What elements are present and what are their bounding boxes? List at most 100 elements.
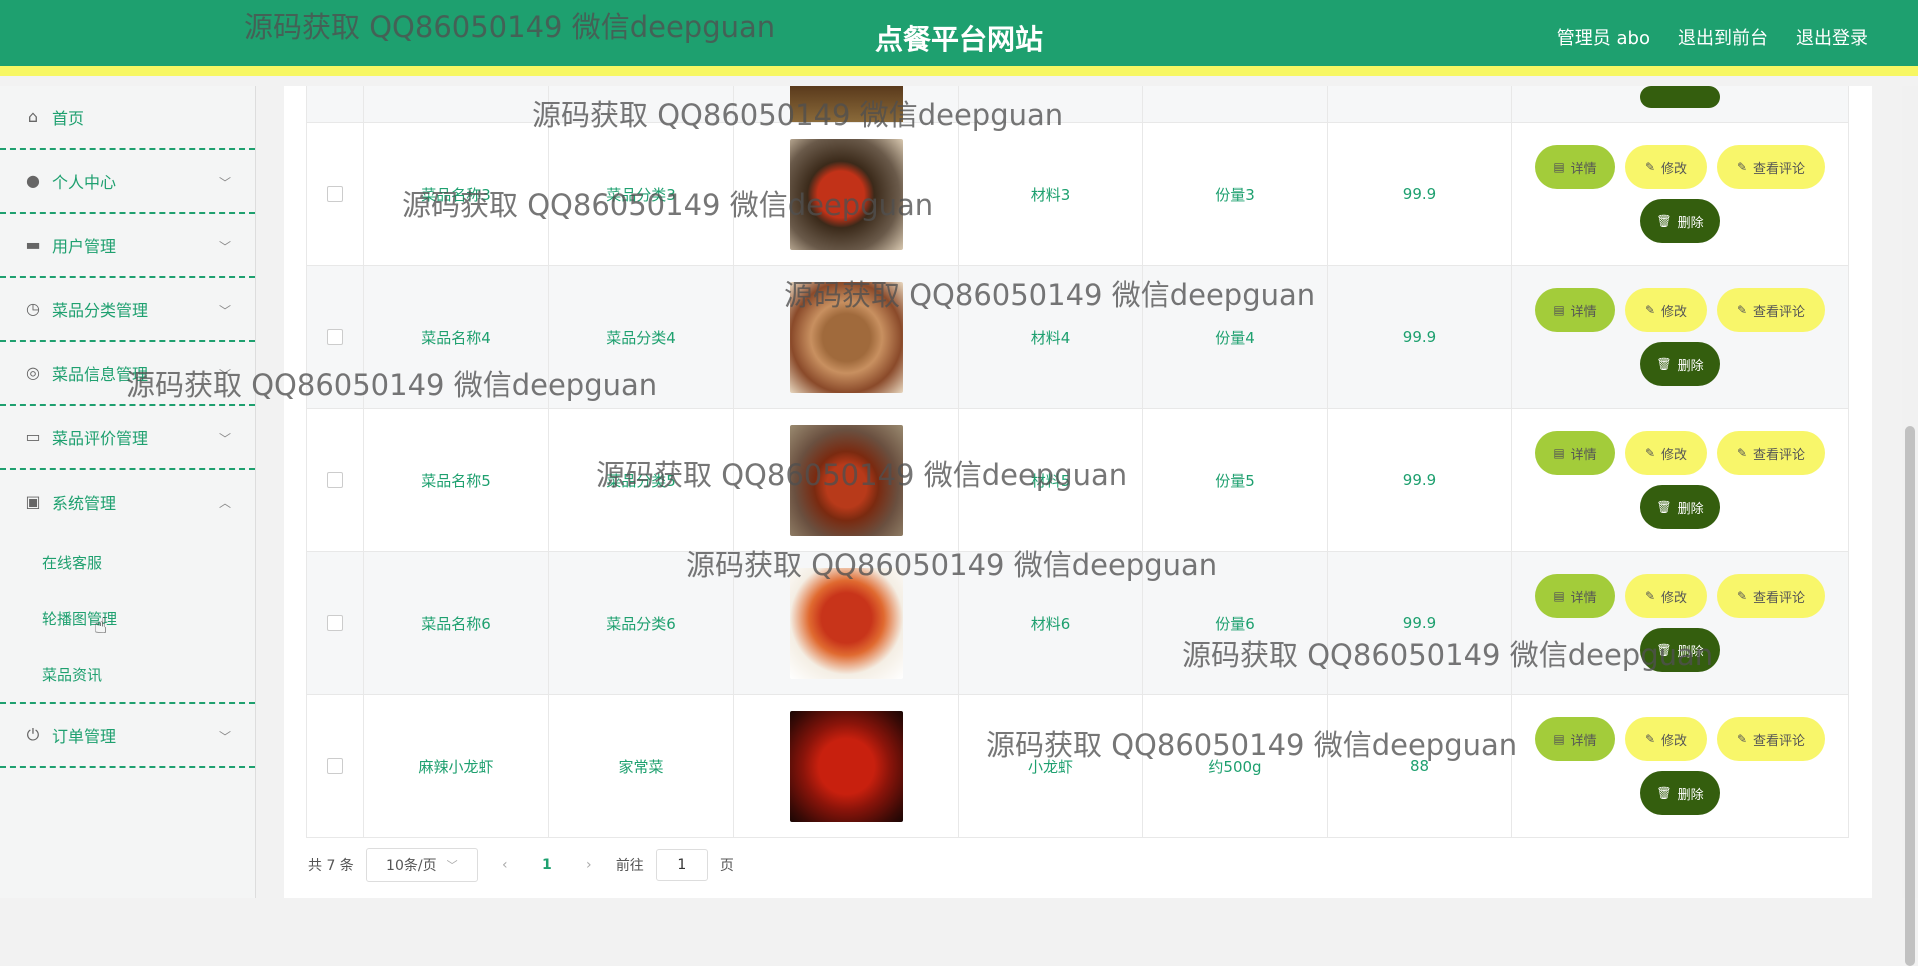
dish-portion: 份量3 <box>1143 123 1328 265</box>
sidebar-item-dish-review[interactable]: ▭ 菜品评价管理 ﹀ <box>0 406 255 470</box>
delete-button[interactable]: 🗑 删除 <box>1640 342 1720 386</box>
scrollbar-thumb[interactable] <box>1905 426 1915 966</box>
sidebar-item-home[interactable]: ⌂ 首页 <box>0 86 255 150</box>
dish-image <box>789 138 903 250</box>
chevron-down-icon: ﹀ <box>218 432 231 446</box>
row-checkbox[interactable] <box>327 186 343 202</box>
table-row: 菜品名称5 菜品分类5 材料5 份量5 99.9 ▤ 详情 ✎ 修改 ✎ 查看评论 🗑… <box>307 409 1848 552</box>
pencil-icon: ✎ <box>1736 303 1748 317</box>
sidebar-item-system[interactable]: ▣ 系统管理 ︿ <box>0 470 255 534</box>
detail-button[interactable]: ▤ 详情 <box>1535 574 1615 618</box>
sidebar-subitem-dish-news[interactable]: 菜品资讯 <box>0 646 255 702</box>
page-size-select[interactable]: 10条/页 ﹀ <box>365 848 478 882</box>
detail-button[interactable]: ▤ 详情 <box>1535 288 1615 332</box>
sidebar-item-label: 菜品评价管理 <box>52 429 149 448</box>
edit-button[interactable]: ✎ 修改 <box>1625 145 1707 189</box>
dish-category: 菜品分类6 <box>549 552 734 694</box>
dish-portion: 份量4 <box>1143 266 1328 408</box>
chevron-down-icon: ﹀ <box>218 240 231 254</box>
goto-page-input[interactable]: 1 <box>655 849 708 881</box>
document-icon: ▤ <box>1553 160 1565 174</box>
view-reviews-button[interactable]: ✎ 查看评论 <box>1717 431 1825 475</box>
view-reviews-button[interactable]: ✎ 查看评论 <box>1717 574 1825 618</box>
view-reviews-button[interactable]: ✎ 查看评论 <box>1717 717 1825 761</box>
scrollbar[interactable] <box>1902 86 1918 966</box>
sidebar-item-label: 订单管理 <box>52 727 117 746</box>
trash-icon: 🗑 <box>1656 214 1672 228</box>
logout-link[interactable]: 退出登录 <box>1796 24 1868 50</box>
table-row <box>307 86 1848 123</box>
dish-category: 菜品分类4 <box>549 266 734 408</box>
dish-name: 麻辣小龙虾 <box>364 695 549 837</box>
current-page[interactable]: 1 <box>532 857 562 873</box>
delete-button[interactable] <box>1640 86 1720 108</box>
prev-page-button[interactable]: ‹ <box>490 857 520 873</box>
pencil-icon: ✎ <box>1736 589 1748 603</box>
mouse-cursor-icon: ☝ <box>94 614 108 639</box>
dish-price: 88 <box>1328 695 1512 837</box>
sidebar: ⌂ 首页 ● 个人中心 ﹀ ▬ 用户管理 ﹀ ◷ 菜品分类管理 ﹀ ◎ 菜品信息… <box>0 86 256 898</box>
table-row: 菜品名称3 菜品分类3 材料3 份量3 99.9 ▤ 详情 ✎ 修改 ✎ 查看评论 🗑… <box>307 123 1848 266</box>
row-checkbox[interactable] <box>327 472 343 488</box>
pencil-icon: ✎ <box>1644 446 1656 460</box>
goto-suffix: 页 <box>719 858 734 874</box>
delete-button[interactable]: 🗑 删除 <box>1640 628 1720 672</box>
clock-icon: ◷ <box>26 299 40 318</box>
detail-button[interactable]: ▤ 详情 <box>1535 145 1615 189</box>
admin-label[interactable]: 管理员 abo <box>1557 24 1650 50</box>
chevron-down-icon: ﹀ <box>446 859 458 872</box>
main-content: 菜品名称3 菜品分类3 材料3 份量3 99.9 ▤ 详情 ✎ 修改 ✎ 查看评论 🗑… <box>284 86 1872 898</box>
table-row: 菜品名称4 菜品分类4 材料4 份量4 99.9 ▤ 详情 ✎ 修改 ✎ 查看评论 🗑… <box>307 266 1848 409</box>
pencil-icon: ✎ <box>1736 446 1748 460</box>
detail-button[interactable]: ▤ 详情 <box>1535 717 1615 761</box>
dish-table: 菜品名称3 菜品分类3 材料3 份量3 99.9 ▤ 详情 ✎ 修改 ✎ 查看评论 🗑… <box>306 86 1849 838</box>
sidebar-item-label: 用户管理 <box>52 237 117 256</box>
view-reviews-button[interactable]: ✎ 查看评论 <box>1717 145 1825 189</box>
power-icon: ⏻ <box>26 725 40 744</box>
total-count: 共 7 条 <box>308 858 354 874</box>
document-icon: ▤ <box>1553 732 1565 746</box>
dish-name: 菜品名称5 <box>364 409 549 551</box>
dish-price: 99.9 <box>1328 123 1512 265</box>
dish-portion: 份量6 <box>1143 552 1328 694</box>
home-icon: ⌂ <box>27 107 39 126</box>
sidebar-item-orders[interactable]: ⏻ 订单管理 ﹀ <box>0 704 255 768</box>
dish-image <box>789 281 903 393</box>
trash-icon: 🗑 <box>1656 500 1672 514</box>
wallet-icon: ▣ <box>25 492 41 511</box>
row-checkbox[interactable] <box>327 615 343 631</box>
dish-category: 菜品分类3 <box>549 123 734 265</box>
sidebar-item-label: 菜品信息管理 <box>52 365 149 384</box>
sidebar-subitem-carousel[interactable]: 轮播图管理 <box>0 590 255 646</box>
dish-material: 材料4 <box>959 266 1143 408</box>
delete-button[interactable]: 🗑 删除 <box>1640 199 1720 243</box>
next-page-button[interactable]: › <box>574 857 604 873</box>
dish-name: 菜品名称4 <box>364 266 549 408</box>
sidebar-subitem-online-service[interactable]: 在线客服 <box>0 534 255 590</box>
sidebar-item-label: 个人中心 <box>52 173 117 192</box>
sidebar-item-dish-info[interactable]: ◎ 菜品信息管理 ﹀ <box>0 342 255 406</box>
edit-button[interactable]: ✎ 修改 <box>1625 717 1707 761</box>
pencil-icon: ✎ <box>1736 732 1748 746</box>
sidebar-item-personal[interactable]: ● 个人中心 ﹀ <box>0 150 255 214</box>
row-checkbox[interactable] <box>327 758 343 774</box>
sidebar-item-label: 菜品分类管理 <box>52 301 149 320</box>
delete-button[interactable]: 🗑 删除 <box>1640 771 1720 815</box>
exit-to-front-link[interactable]: 退出到前台 <box>1678 24 1768 50</box>
dish-material: 小龙虾 <box>959 695 1143 837</box>
row-checkbox[interactable] <box>327 329 343 345</box>
detail-button[interactable]: ▤ 详情 <box>1535 431 1615 475</box>
edit-button[interactable]: ✎ 修改 <box>1625 288 1707 332</box>
trash-icon: 🗑 <box>1656 357 1672 371</box>
trash-icon: 🗑 <box>1656 786 1672 800</box>
edit-button[interactable]: ✎ 修改 <box>1625 574 1707 618</box>
dish-image <box>789 424 903 536</box>
dish-portion: 约500g <box>1143 695 1328 837</box>
sidebar-item-users[interactable]: ▬ 用户管理 ﹀ <box>0 214 255 278</box>
dish-name: 菜品名称6 <box>364 552 549 694</box>
pagination: 共 7 条 10条/页 ﹀ ‹ 1 › 前往 1 页 <box>308 848 734 882</box>
delete-button[interactable]: 🗑 删除 <box>1640 485 1720 529</box>
view-reviews-button[interactable]: ✎ 查看评论 <box>1717 288 1825 332</box>
edit-button[interactable]: ✎ 修改 <box>1625 431 1707 475</box>
sidebar-item-dish-category[interactable]: ◷ 菜品分类管理 ﹀ <box>0 278 255 342</box>
